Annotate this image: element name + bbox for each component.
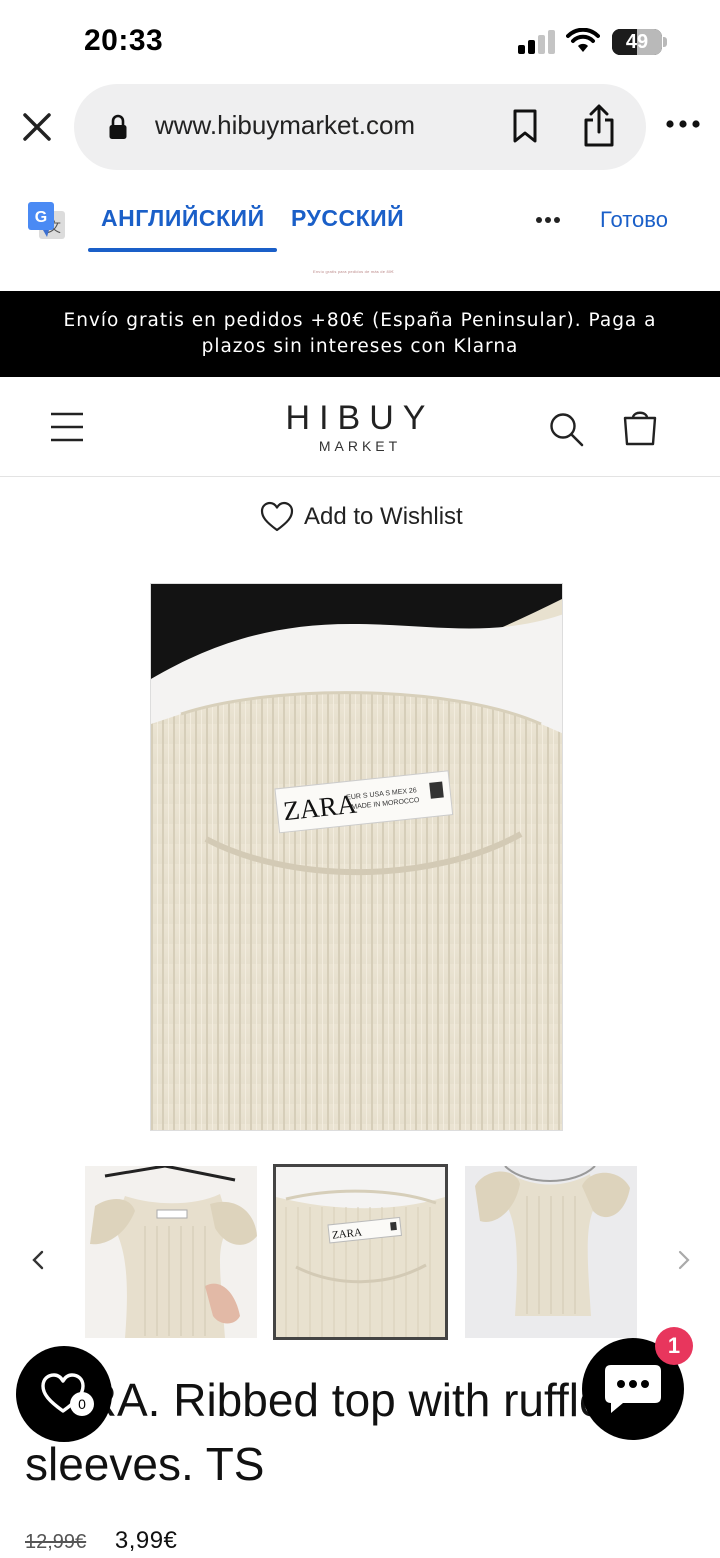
url-text[interactable]: www.hibuymarket.com xyxy=(155,110,415,141)
status-time: 20:33 xyxy=(84,24,164,57)
product-thumbnail[interactable] xyxy=(465,1166,637,1338)
battery-indicator: 49 xyxy=(612,29,662,55)
chat-icon xyxy=(605,1365,661,1413)
chevron-right-icon[interactable] xyxy=(672,1246,696,1274)
thumbnail-front-photo xyxy=(85,1166,257,1338)
announcement-line-2: plazos sin intereses con Klarna xyxy=(201,336,519,357)
store-logo-sub: MARKET xyxy=(318,438,402,454)
chat-notification-badge: 1 xyxy=(655,1327,693,1365)
thumbnail-label-photo: ZARA xyxy=(276,1167,445,1337)
product-thumbnail[interactable] xyxy=(85,1166,257,1338)
chevron-left-icon[interactable] xyxy=(26,1246,50,1274)
search-icon[interactable] xyxy=(548,411,584,447)
price-block: 12,99€ 3,99€ xyxy=(25,1527,177,1555)
translate-done-button[interactable]: Готово xyxy=(600,207,668,233)
battery-tip xyxy=(663,37,667,47)
announcement-line-1: Envío gratis en pedidos +80€ (España Pen… xyxy=(63,310,657,331)
translate-more-icon[interactable] xyxy=(535,216,561,224)
status-bar: 20:33 49 xyxy=(0,0,720,84)
tab-source-language[interactable]: АНГЛИЙСКИЙ xyxy=(101,205,265,232)
original-price: 12,99€ xyxy=(25,1531,87,1553)
thumbnail-full-photo xyxy=(465,1166,637,1338)
wishlist-floating-button[interactable] xyxy=(16,1346,112,1442)
bookmark-icon[interactable] xyxy=(510,108,540,144)
tab-target-language[interactable]: РУССКИЙ xyxy=(291,205,404,232)
product-main-image[interactable]: ZARA EUR S USA S MEX 26 MADE IN MOROCCO xyxy=(150,583,563,1131)
product-thumbnail-selected[interactable]: ZARA xyxy=(273,1164,448,1340)
store-header: HIBUY MARKET xyxy=(0,377,720,477)
more-icon[interactable] xyxy=(664,118,702,130)
tiny-announcement-text: Envío gratis para pedidos de más de 80€ xyxy=(313,269,394,274)
close-icon[interactable] xyxy=(18,108,56,146)
cellular-signal-icon xyxy=(518,30,558,54)
wishlist-label: Add to Wishlist xyxy=(304,503,463,530)
announcement-bar: Envío gratis en pedidos +80€ (España Pen… xyxy=(0,291,720,377)
svg-text:G: G xyxy=(35,209,47,226)
battery-percent: 49 xyxy=(625,31,649,53)
store-logo[interactable]: HIBUY xyxy=(270,399,450,438)
google-translate-icon[interactable]: 文 G xyxy=(27,201,67,241)
active-tab-indicator xyxy=(88,248,277,252)
product-title-line-2: sleeves. TS xyxy=(25,1438,265,1490)
wishlist-count-badge: 0 xyxy=(70,1392,94,1416)
cart-icon[interactable] xyxy=(620,408,660,446)
lock-icon xyxy=(109,114,127,139)
share-icon[interactable] xyxy=(580,104,618,148)
translate-bar: 文 G АНГЛИЙСКИЙ РУССКИЙ Готово xyxy=(0,186,720,266)
wifi-icon xyxy=(566,28,600,52)
product-photo: ZARA EUR S USA S MEX 26 MADE IN MOROCCO xyxy=(151,584,562,1130)
heart-icon xyxy=(260,501,294,532)
add-to-wishlist-button[interactable]: Add to Wishlist xyxy=(260,500,463,534)
sale-price: 3,99€ xyxy=(114,1527,178,1554)
hamburger-menu-icon[interactable] xyxy=(50,411,84,443)
browser-toolbar: www.hibuymarket.com xyxy=(0,84,720,174)
